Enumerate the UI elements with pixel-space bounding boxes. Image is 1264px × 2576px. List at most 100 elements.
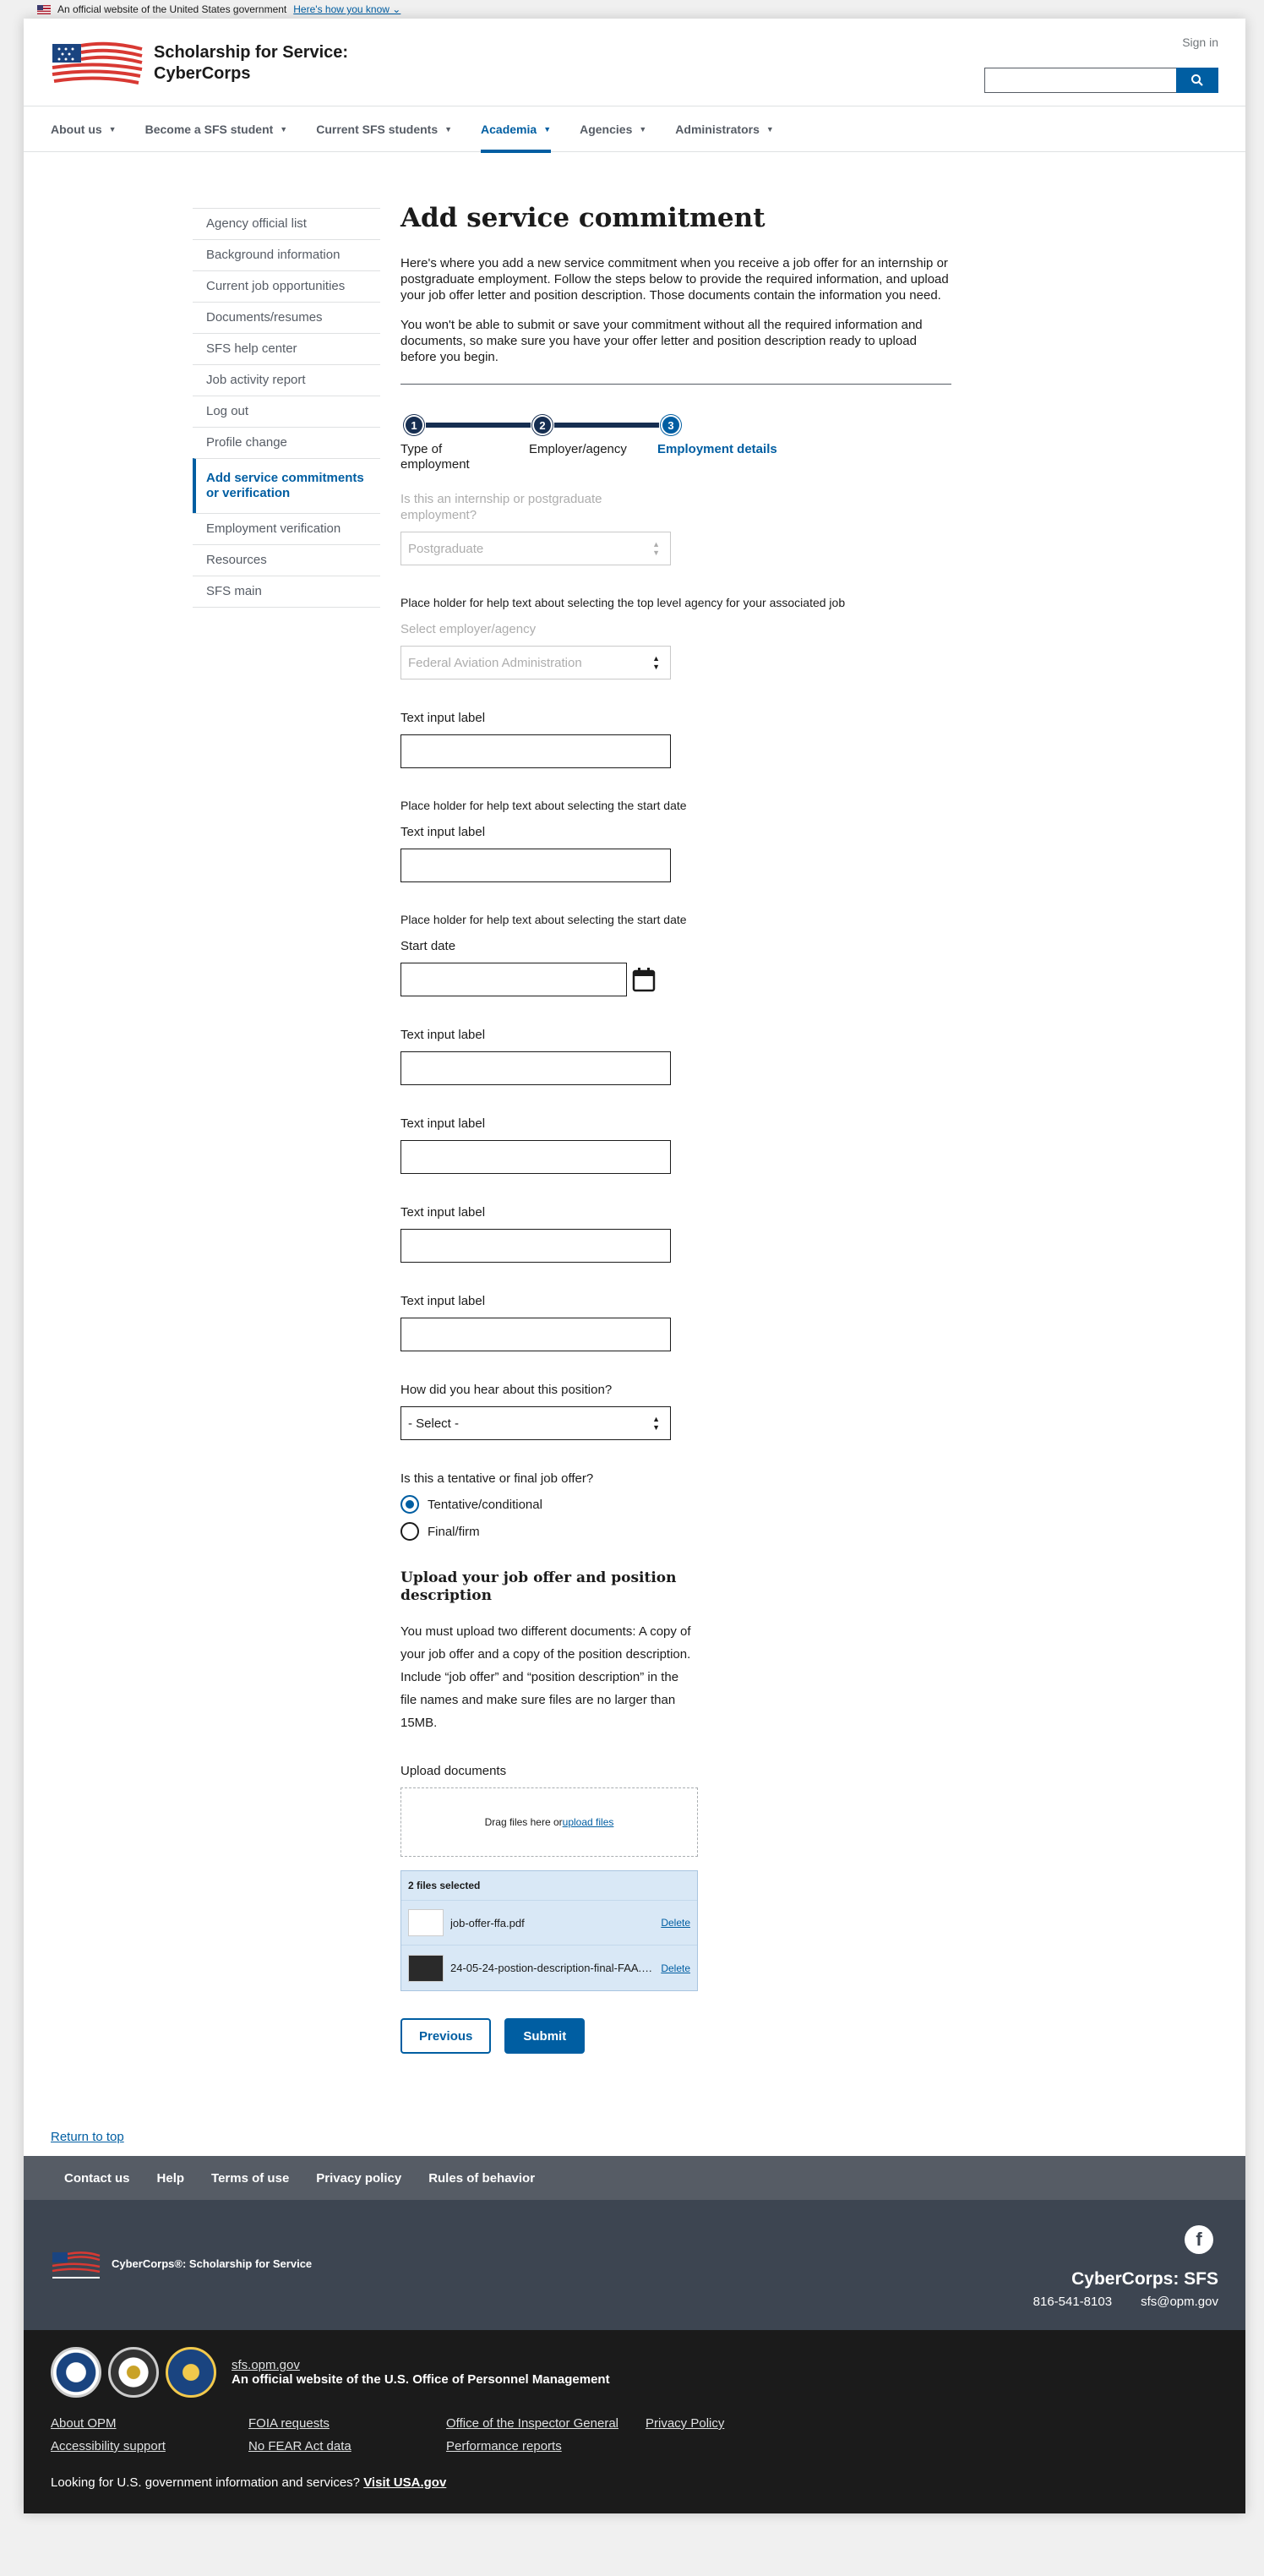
flag-logo-icon[interactable]	[51, 41, 144, 85]
employer-group: Place holder for help text about selecti…	[400, 596, 951, 679]
file-dropzone[interactable]: Drag files here or upload files	[400, 1787, 698, 1857]
delete-file-button[interactable]: Delete	[661, 1962, 690, 1974]
footer-link-contact-us[interactable]: Contact us	[64, 2171, 130, 2186]
calendar-icon[interactable]	[632, 967, 656, 992]
footer-flag-logo-icon	[52, 2251, 101, 2279]
sidenav-item-background-information[interactable]: Background information	[193, 239, 380, 270]
nav-current-students[interactable]: Current SFS students ▼	[316, 106, 452, 152]
chevron-down-icon: ▼	[765, 125, 774, 134]
sidenav-item-sfs-help-center[interactable]: SFS help center	[193, 333, 380, 364]
link-about-opm[interactable]: About OPM	[51, 2416, 248, 2431]
nav-about-us[interactable]: About us ▼	[51, 106, 117, 152]
start-date-group: Place holder for help text about selecti…	[400, 913, 951, 996]
sidenav-item-documents-resumes[interactable]: Documents/resumes	[193, 302, 380, 333]
text-input-6[interactable]	[400, 1318, 671, 1351]
file-name: 24-05-24-postion-description-final-FAA.p…	[450, 1962, 655, 1974]
nsf-logo-icon	[166, 2347, 216, 2398]
search-input[interactable]	[984, 68, 1176, 93]
sign-in-link[interactable]: Sign in	[1182, 35, 1218, 49]
start-date-hint: Place holder for help text about selecti…	[400, 799, 687, 812]
hear-about-group: How did you hear about this position? - …	[400, 1382, 951, 1440]
form-buttons: Previous Submit	[400, 2018, 951, 2054]
facebook-icon[interactable]: f	[1185, 2225, 1213, 2254]
nav-agencies[interactable]: Agencies ▼	[580, 106, 646, 152]
start-date-hint: Place holder for help text about selecti…	[400, 913, 687, 926]
text-input-label: Text input label	[400, 1116, 486, 1131]
footer-agency-name: CyberCorps: SFS	[1071, 2269, 1218, 2289]
sidenav-item-resources[interactable]: Resources	[193, 544, 380, 576]
offer-option-tentative[interactable]: Tentative/conditional	[400, 1495, 951, 1514]
delete-file-button[interactable]: Delete	[661, 1917, 690, 1929]
file-item: 24-05-24-postion-description-final-FAA.p…	[401, 1946, 697, 1990]
sidenav-item-log-out[interactable]: Log out	[193, 396, 380, 427]
return-to-top-link[interactable]: Return to top	[51, 2130, 124, 2144]
select-arrows-icon: ▲ ▼	[652, 654, 660, 671]
footer-link-help[interactable]: Help	[157, 2171, 185, 2186]
radio-selected[interactable]	[400, 1495, 419, 1514]
nav-administrators[interactable]: Administrators ▼	[675, 106, 774, 152]
footer-link-privacy-policy[interactable]: Privacy policy	[316, 2171, 401, 2186]
search-button[interactable]	[1176, 68, 1218, 93]
text-input-label: Text input label	[400, 1205, 486, 1220]
search-icon	[1191, 74, 1203, 86]
sidenav-item-add-service-commitments[interactable]: Add service commitments or verification	[193, 458, 380, 513]
sidenav-item-employment-verification[interactable]: Employment verification	[193, 513, 380, 544]
employer-select[interactable]: Federal Aviation Administration ▲ ▼	[400, 646, 671, 679]
link-foia-requests[interactable]: FOIA requests	[248, 2416, 446, 2431]
footer-email[interactable]: sfs@opm.gov	[1141, 2295, 1218, 2309]
footer-link-rules-of-behavior[interactable]: Rules of behavior	[428, 2171, 535, 2186]
upload-heading: Upload your job offer and position descr…	[400, 1569, 677, 1604]
text-input-group-4: Text input label	[400, 1116, 951, 1174]
step-1-label: Type of employment	[400, 442, 470, 472]
previous-button[interactable]: Previous	[400, 2018, 492, 2054]
step-2: 2 Employer/agency	[529, 415, 656, 457]
employer-label: Select employer/agency	[400, 622, 537, 636]
intro-paragraph-1: Here's where you add a new service commi…	[400, 256, 949, 303]
start-date-label: Start date	[400, 939, 456, 953]
text-input-label: Text input label	[400, 1294, 486, 1308]
agency-hint: Place holder for help text about selecti…	[400, 596, 846, 609]
hear-about-select[interactable]: - Select - ▲ ▼	[400, 1406, 671, 1440]
link-no-fear-act[interactable]: No FEAR Act data	[248, 2439, 446, 2453]
link-privacy-policy[interactable]: Privacy Policy	[646, 2416, 747, 2431]
sidenav-item-sfs-main[interactable]: SFS main	[193, 576, 380, 608]
text-input-3[interactable]	[400, 1051, 671, 1085]
text-input-group-1: Text input label	[400, 710, 951, 768]
link-accessibility-support[interactable]: Accessibility support	[51, 2439, 248, 2453]
select-arrows-icon: ▲ ▼	[652, 540, 660, 557]
text-input-4[interactable]	[400, 1140, 671, 1174]
identifier-domain[interactable]: sfs.opm.gov	[232, 2358, 610, 2372]
nav-academia[interactable]: Academia ▼	[481, 106, 552, 153]
us-flag-icon	[37, 4, 51, 14]
text-input-1[interactable]	[400, 734, 671, 768]
page-title: Add service commitment	[400, 203, 765, 233]
site-title[interactable]: Scholarship for Service: CyberCorps	[154, 42, 348, 85]
sidenav-item-job-activity-report[interactable]: Job activity report	[193, 364, 380, 396]
step-1: 1 Type of employment	[400, 415, 502, 472]
file-item: job-offer-ffa.pdf Delete	[401, 1901, 697, 1946]
link-inspector-general[interactable]: Office of the Inspector General	[446, 2416, 646, 2431]
step-3: 3 Employment details	[657, 415, 801, 457]
text-input-group-6: Text input label	[400, 1293, 951, 1351]
footer-nav: Contact us Help Terms of use Privacy pol…	[24, 2156, 1245, 2200]
employment-type-label: Is this an internship or postgraduate em…	[400, 492, 602, 522]
start-date-input[interactable]	[400, 963, 627, 996]
file-name: job-offer-ffa.pdf	[450, 1916, 525, 1929]
submit-button[interactable]: Submit	[504, 2018, 586, 2054]
text-input-label: Text input label	[400, 825, 486, 839]
offer-option-final[interactable]: Final/firm	[400, 1522, 951, 1541]
visit-usagov-link[interactable]: Visit USA.gov	[363, 2475, 446, 2490]
footer-link-terms-of-use[interactable]: Terms of use	[211, 2171, 289, 2186]
sidenav-item-agency-official-list[interactable]: Agency official list	[193, 208, 380, 239]
nav-become-student[interactable]: Become a SFS student ▼	[145, 106, 288, 152]
text-input-2[interactable]	[400, 849, 671, 882]
radio-unselected[interactable]	[400, 1522, 419, 1541]
footer-phone[interactable]: 816-541-8103	[1033, 2295, 1112, 2309]
sidenav-item-profile-change[interactable]: Profile change	[193, 427, 380, 458]
usagov: Looking for U.S. government information …	[51, 2475, 447, 2490]
upload-files-link[interactable]: upload files	[563, 1816, 614, 1828]
text-input-5[interactable]	[400, 1229, 671, 1263]
sidenav-item-current-job-opportunities[interactable]: Current job opportunities	[193, 270, 380, 302]
link-performance-reports[interactable]: Performance reports	[446, 2439, 646, 2453]
heres-how-you-know-link[interactable]: Here's how you know ⌄	[293, 3, 400, 15]
